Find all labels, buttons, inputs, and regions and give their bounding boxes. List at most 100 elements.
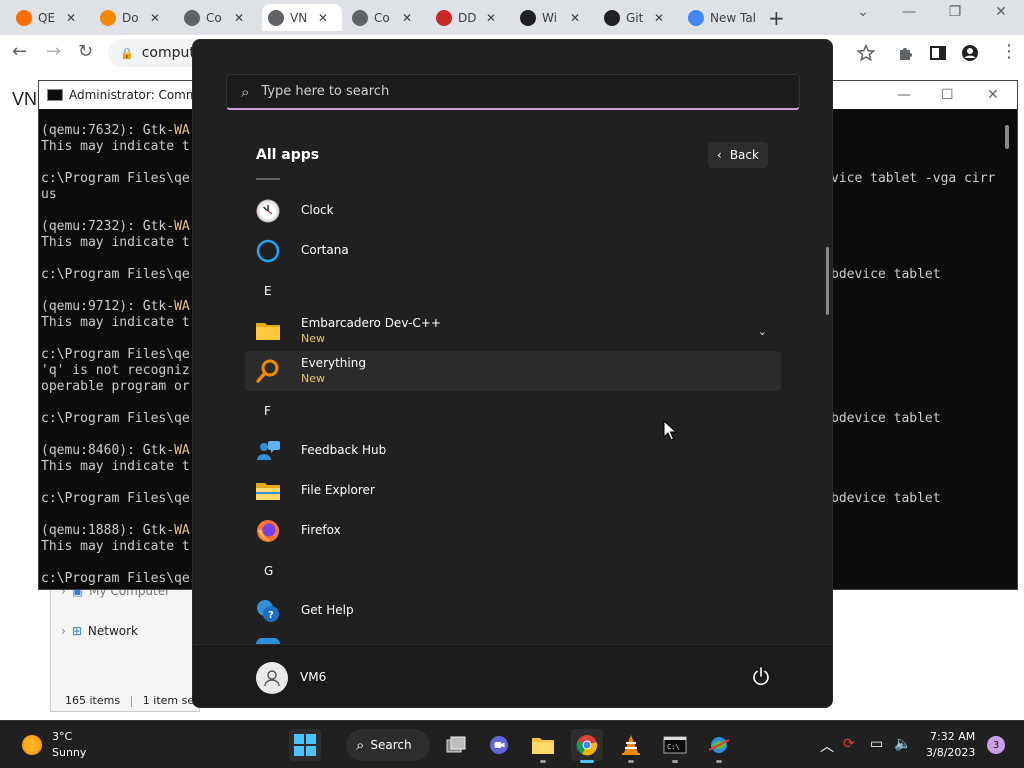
start-search-box[interactable]: ⌕	[226, 74, 800, 110]
browser-tab[interactable]: DD ✕	[430, 4, 510, 31]
app-group-letter[interactable]: E	[264, 284, 272, 298]
close-tab-icon[interactable]: ✕	[150, 11, 160, 25]
browser-tab[interactable]: Git ✕	[598, 4, 678, 31]
profile-icon[interactable]	[961, 44, 979, 62]
weather-temperature[interactable]: 3°C	[52, 730, 72, 743]
tab-title: Co	[206, 10, 222, 25]
extensions-icon[interactable]	[897, 44, 915, 62]
app-group-letter[interactable]: F	[264, 404, 271, 418]
close-icon[interactable]: ✕	[978, 4, 1024, 20]
computer-favicon	[268, 9, 284, 26]
minimize-icon[interactable]: —	[886, 4, 932, 20]
cmd-line: bdevice tablet	[831, 491, 941, 506]
start-search-input[interactable]	[261, 84, 762, 99]
close-tab-icon[interactable]: ✕	[318, 11, 328, 25]
vlc-taskbar-button[interactable]	[615, 729, 647, 763]
chat-icon	[490, 736, 508, 754]
browser-tab[interactable]: QE ✕	[10, 4, 90, 31]
weather-description[interactable]: Sunny	[52, 746, 86, 759]
app-item-clock[interactable]: Clock	[245, 191, 781, 231]
teams-chat-button[interactable]	[483, 729, 515, 761]
cmd-line: c:\Program Files\qe	[41, 347, 190, 362]
folder-icon	[255, 318, 281, 344]
app-item-firefox[interactable]: Firefox	[245, 511, 781, 551]
search-icon: ⌕	[356, 736, 365, 754]
display-icon[interactable]: ▭	[870, 736, 883, 752]
tab-title: QE	[38, 10, 56, 25]
app-name: Feedback Hub	[301, 443, 387, 457]
cmd-line: operable program or	[41, 379, 190, 394]
start-button[interactable]	[289, 729, 321, 761]
chevron-down-icon[interactable]: ⌄	[840, 4, 886, 20]
new-tab-button[interactable]: +	[768, 6, 785, 30]
tab-title: Git	[626, 10, 644, 25]
cmd-line: us	[41, 187, 57, 202]
github-icon	[604, 9, 620, 26]
wikipedia-favicon	[520, 9, 536, 26]
nav-item-network[interactable]: › ⊞ Network	[61, 624, 138, 638]
browser-tabstrip: New Tal Git ✕ Wi ✕ DD ✕ Co ✕ VN ✕ Co ✕ Do ✕ QE ✕ + ⌄ — ❐…	[0, 0, 1024, 35]
chevron-down-icon[interactable]: ⌄	[758, 325, 767, 338]
browser-tab[interactable]: Do ✕	[94, 4, 174, 31]
vlc-favicon	[100, 9, 116, 26]
forward-arrow-icon[interactable]: →	[46, 41, 61, 62]
network-app-taskbar-button[interactable]	[703, 729, 735, 763]
app-item-file-explorer[interactable]: File Explorer	[245, 471, 781, 511]
browser-tab[interactable]: VN ✕	[262, 4, 342, 31]
app-item-everything[interactable]: Everything New	[245, 351, 781, 391]
close-icon[interactable]: ✕	[987, 87, 999, 103]
mouse-cursor-icon	[663, 420, 677, 441]
task-view-button[interactable]	[440, 729, 472, 761]
power-icon[interactable]	[749, 665, 773, 689]
cmd-line: (qemu:7632): Gtk-WA	[41, 123, 190, 138]
clock-time[interactable]: 7:32 AM	[930, 730, 975, 743]
app-item-get-help[interactable]: ? Get Help	[245, 591, 781, 631]
notification-badge[interactable]: 3	[987, 736, 1005, 754]
chevron-up-icon[interactable]: ︿	[820, 736, 834, 756]
avatar[interactable]	[256, 662, 288, 694]
item-count: 165 items	[65, 694, 121, 707]
browser-tab[interactable]: Co ✕	[346, 4, 426, 31]
taskbar-search-button[interactable]: ⌕ Search	[346, 729, 430, 761]
tab-title: Wi	[542, 10, 557, 25]
apps-scrollbar[interactable]	[826, 247, 829, 315]
close-tab-icon[interactable]: ✕	[654, 11, 664, 25]
user-name[interactable]: VM6	[300, 670, 326, 684]
browser-tab[interactable]: Wi ✕	[514, 4, 594, 31]
app-item-cortana[interactable]: Cortana	[245, 231, 781, 271]
close-tab-icon[interactable]: ✕	[66, 11, 76, 25]
nav-item-label: Network	[87, 624, 138, 638]
browser-tab[interactable]: Co ✕	[178, 4, 258, 31]
volume-icon[interactable]: 🔈	[894, 736, 911, 752]
bookmark-star-icon[interactable]	[857, 44, 875, 62]
sync-icon[interactable]: ⟳	[843, 736, 855, 752]
file-explorer-taskbar-button[interactable]	[527, 729, 559, 763]
terminal-taskbar-button[interactable]: C:\	[659, 729, 691, 763]
app-item-embarcadero-dev-c[interactable]: Embarcadero Dev-C++ New ⌄	[245, 311, 781, 351]
cmd-scrollbar[interactable]	[1005, 125, 1009, 149]
menu-kebab-icon[interactable]: ⋮	[1000, 41, 1018, 62]
browser-tab[interactable]: New Tal	[682, 4, 774, 31]
app-group-letter[interactable]: G	[264, 564, 273, 578]
maximize-icon[interactable]: ☐	[941, 87, 954, 103]
chevron-right-icon: ›	[61, 624, 66, 638]
close-tab-icon[interactable]: ✕	[570, 11, 580, 25]
cmd-title: Administrator: Comma	[69, 88, 205, 102]
side-panel-icon[interactable]	[929, 44, 947, 62]
close-tab-icon[interactable]: ✕	[402, 11, 412, 25]
back-arrow-icon[interactable]: ←	[12, 41, 27, 62]
back-button[interactable]: ‹ Back	[708, 142, 768, 168]
restore-icon[interactable]: ❐	[932, 4, 978, 20]
chrome-taskbar-button[interactable]	[571, 729, 603, 763]
close-tab-icon[interactable]: ✕	[234, 11, 244, 25]
new-badge: New	[301, 372, 325, 385]
reload-icon[interactable]: ↻	[78, 41, 93, 62]
app-item-feedback-hub[interactable]: Feedback Hub	[245, 431, 781, 471]
all-apps-title: All apps	[256, 147, 320, 163]
cmd-line: c:\Program Files\qe	[41, 411, 190, 426]
sun-icon[interactable]	[22, 735, 42, 755]
clock-date[interactable]: 3/8/2023	[926, 746, 975, 759]
minimize-icon[interactable]: —	[897, 87, 911, 103]
task-view-icon	[446, 736, 466, 753]
close-tab-icon[interactable]: ✕	[486, 11, 496, 25]
